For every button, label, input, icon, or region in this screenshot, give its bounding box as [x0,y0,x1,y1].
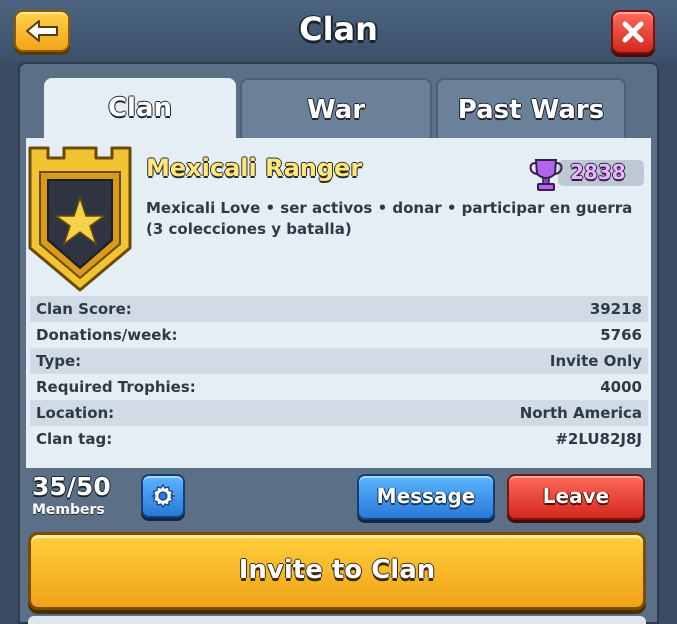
stat-row-clan-tag: Clan tag: #2LU82J8J [30,426,648,452]
member-count: 35/50 [32,472,111,501]
stat-label: Donations/week: [36,326,178,344]
close-icon [622,21,644,43]
clan-name: Mexicali Ranger [146,154,363,182]
tab-past-wars-label: Past Wars [457,95,605,125]
next-panel-edge [28,616,646,624]
header-bar: Clan [0,0,677,62]
members-summary: 35/50 Members [32,472,111,518]
stat-row-location: Location: North America [30,400,648,426]
stat-value: 4000 [600,378,642,396]
stat-row-type: Type: Invite Only [30,348,648,374]
tab-clan[interactable]: Clan [44,78,236,140]
page-title: Clan [299,10,378,48]
stat-label: Clan Score: [36,300,132,318]
stat-value: 5766 [600,326,642,344]
stat-row-required-trophies: Required Trophies: 4000 [30,374,648,400]
clan-badge-icon [28,146,132,292]
clan-description: Mexicali Love • ser activos • donar • pa… [146,199,633,238]
stat-label: Required Trophies: [36,378,196,396]
leave-button[interactable]: Leave [507,474,645,520]
stat-value: North America [519,404,642,422]
trophy-count: 2838 [570,160,626,184]
stat-row-clan-score: Clan Score: 39218 [30,296,648,322]
member-label: Members [32,502,105,518]
clan-stats-table: Clan Score: 39218 Donations/week: 5766 T… [30,296,648,452]
stat-label: Clan tag: [36,430,113,448]
tab-past-wars[interactable]: Past Wars [436,78,626,140]
message-button[interactable]: Message [357,474,495,520]
invite-to-clan-button[interactable]: Invite to Clan [28,532,646,610]
clan-trophies: 2838 [528,158,644,191]
clan-settings-button[interactable] [141,474,185,518]
stat-value: #2LU82J8J [555,430,642,448]
tab-war[interactable]: War [240,78,432,140]
stat-row-donations: Donations/week: 5766 [30,322,648,348]
clan-badge [24,144,136,294]
stat-label: Type: [36,352,82,370]
stat-label: Location: [36,404,115,422]
stat-value: Invite Only [549,352,642,370]
trophy-icon [529,159,563,191]
tab-war-label: War [306,95,366,125]
stat-value: 39218 [589,300,642,318]
tab-clan-label: Clan [107,93,173,123]
close-button[interactable] [611,10,655,54]
gear-icon [151,484,175,508]
